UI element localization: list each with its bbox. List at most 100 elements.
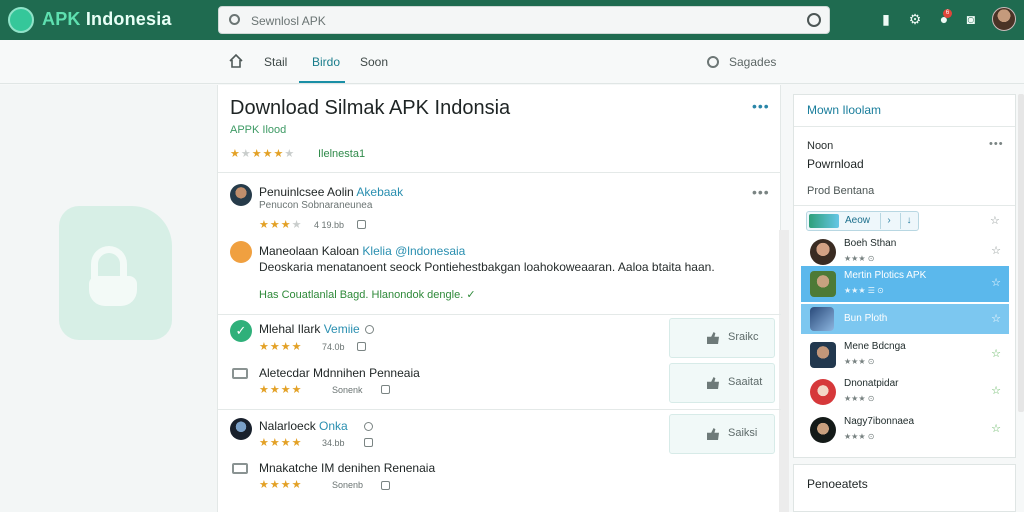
reviewer-subtitle: Penucon Sobnaraneunea xyxy=(259,200,373,211)
sidebar-item-meta: ★★★ ⊙ xyxy=(844,394,875,403)
bookmark-icon[interactable]: ▮ xyxy=(878,11,894,27)
avatar xyxy=(810,307,834,331)
favorite-icon[interactable]: ☆ xyxy=(990,214,1000,227)
sidebar-item-name: Boeh Sthan xyxy=(844,238,897,249)
sidebar-scrollbar[interactable] xyxy=(1018,94,1024,412)
sidebar-item[interactable]: Boeh Sthan ★★★ ⊙ ☆ xyxy=(801,234,1009,270)
reply-title: Mnakatche IM denihen Renenaia xyxy=(259,461,436,475)
helpful-note: Has Couatlanlal Bagd. Hlanondok dengle. … xyxy=(259,288,476,301)
avatar xyxy=(810,271,836,297)
like-label: Saiksi xyxy=(728,427,758,439)
review-stars: ★★★★ xyxy=(259,341,303,353)
top-bar: APK Indonesia Sewnlosl APK ▮ ⚙ ● 6 ◙ xyxy=(0,0,1024,40)
tab-start[interactable]: Stail xyxy=(264,55,287,69)
like-button[interactable]: Saaitat xyxy=(669,363,775,403)
sidebar-item[interactable]: Dnonatpidar ★★★ ⊙ ☆ xyxy=(801,374,1009,410)
info-icon[interactable] xyxy=(365,325,374,334)
review-stars: ★★★★ xyxy=(259,479,303,491)
sidebar-item[interactable]: Nagy7ibonnaea ★★★ ⊙ ☆ xyxy=(801,412,1009,448)
app-name[interactable]: APK Indonesia xyxy=(42,9,172,30)
reviewer-name-text: Mlehal Ilark xyxy=(259,322,321,336)
reviewer-tag: Klelia @lndonesaia xyxy=(362,244,466,258)
review-body: Deoskaria menatanoent seock Pontiehestba… xyxy=(259,260,715,274)
sidebar-title: Mown Iloolam xyxy=(807,103,882,117)
reviewer-name[interactable]: Maneolaan Kaloan Klelia @lndonesaia xyxy=(259,244,465,258)
reviewer-tag: Akebaak xyxy=(356,185,404,199)
sidebar-item[interactable]: Mene Bdcnga ★★★ ⊙ ☆ xyxy=(801,337,1009,373)
sidebar-label: Noon xyxy=(807,140,834,152)
camera-icon[interactable]: ◙ xyxy=(963,11,979,27)
sidebar-item-meta: ★★★ ⊙ xyxy=(844,254,875,263)
favorite-icon[interactable]: ☆ xyxy=(991,244,1001,257)
comment-icon[interactable] xyxy=(364,438,373,447)
sidebar-item-meta: ★★★ ⊙ xyxy=(844,357,875,366)
search-icon[interactable] xyxy=(707,56,719,68)
search-input[interactable]: Sewnlosl APK xyxy=(251,14,326,28)
review-more-icon[interactable]: ••• xyxy=(752,184,770,200)
sidebar-item-name: Dnonatpidar xyxy=(844,378,899,389)
reviewer-name[interactable]: Mlehal Ilark Vemiie xyxy=(259,322,360,336)
thumbs-up-icon xyxy=(707,332,719,344)
sidebar-label: Prod Bentana xyxy=(807,185,875,197)
avatar[interactable] xyxy=(230,418,252,440)
favorite-icon[interactable]: ☆ xyxy=(991,312,1001,325)
search-bar[interactable]: Sewnlosl APK xyxy=(218,6,830,34)
reviewer-name[interactable]: Penuinlcsee Aolin Akebaak xyxy=(259,185,403,199)
comment-icon[interactable] xyxy=(357,342,366,351)
sidebar-item-name: Bun Ploth xyxy=(844,313,888,324)
tab-active[interactable]: Birdo xyxy=(312,55,340,69)
divider xyxy=(218,409,781,410)
favorite-icon[interactable]: ☆ xyxy=(991,276,1001,289)
sidebar-item-selected[interactable]: Mertin Plotics APK ★★★ ☰ ⊙ ☆ xyxy=(801,266,1009,302)
lock-body xyxy=(89,276,137,306)
favorite-icon[interactable]: ☆ xyxy=(991,347,1001,360)
comment-icon[interactable] xyxy=(381,481,390,490)
search-icon xyxy=(229,14,240,25)
reply-icon xyxy=(232,463,248,474)
avatar[interactable] xyxy=(230,241,252,263)
home-icon[interactable] xyxy=(228,53,244,69)
review-meta: Sonenk xyxy=(332,385,363,395)
sidebar-item-selected[interactable]: Bun Ploth ☆ xyxy=(801,304,1009,334)
sidebar-download-label[interactable]: Powrnload xyxy=(807,157,864,171)
divider xyxy=(794,205,1015,206)
page-title: Download Silmak APK Indonsia xyxy=(230,97,511,119)
divider xyxy=(218,172,781,173)
review-stars: ★★★★ xyxy=(259,219,303,231)
comment-icon[interactable] xyxy=(381,385,390,394)
download-arrow-icon[interactable]: ↓ xyxy=(900,213,917,229)
like-label: Saaitat xyxy=(728,376,763,388)
gear-icon[interactable]: ⚙ xyxy=(907,11,923,27)
notification-badge: 6 xyxy=(943,9,952,18)
divider xyxy=(218,314,781,315)
chip-thumbnail xyxy=(809,214,839,228)
like-button[interactable]: Saiksi xyxy=(669,414,775,454)
verified-icon: ✓ xyxy=(230,320,252,342)
comment-icon[interactable] xyxy=(357,220,366,229)
review-stars: ★★★★ xyxy=(259,384,303,396)
sidebar-filter-chip[interactable]: Aeow › ↓ xyxy=(806,211,919,231)
reviewer-tag: Onka xyxy=(319,419,348,433)
history-icon[interactable] xyxy=(807,13,821,27)
sidebar-more-icon[interactable]: ••• xyxy=(989,138,1004,150)
info-icon[interactable] xyxy=(364,422,373,431)
like-button[interactable]: Sraikc xyxy=(669,318,775,358)
tab-search-label[interactable]: Sagades xyxy=(729,55,776,69)
chevron-icon[interactable]: › xyxy=(880,213,897,229)
favorite-icon[interactable]: ☆ xyxy=(991,384,1001,397)
sidebar-footer-title: Penoeatets xyxy=(807,477,868,491)
scrollbar[interactable] xyxy=(779,230,789,512)
more-options-icon[interactable]: ••• xyxy=(752,98,770,114)
user-avatar[interactable] xyxy=(992,7,1016,31)
divider xyxy=(794,126,1015,127)
favorite-icon[interactable]: ☆ xyxy=(991,422,1001,435)
reviewer-name[interactable]: Nalarloeck Onka xyxy=(259,419,348,433)
tab-third[interactable]: Soon xyxy=(360,55,388,69)
reviewer-name-text: Nalarloeck xyxy=(259,419,316,433)
app-rating-label: Ilelnesta1 xyxy=(318,148,366,160)
helpful-text: Has Couatlanlal Bagd. Hlanondok dengle. xyxy=(259,289,464,301)
avatar[interactable] xyxy=(230,184,252,206)
avatar xyxy=(810,379,836,405)
hero-area xyxy=(0,85,217,512)
app-logo-icon[interactable] xyxy=(8,7,34,33)
